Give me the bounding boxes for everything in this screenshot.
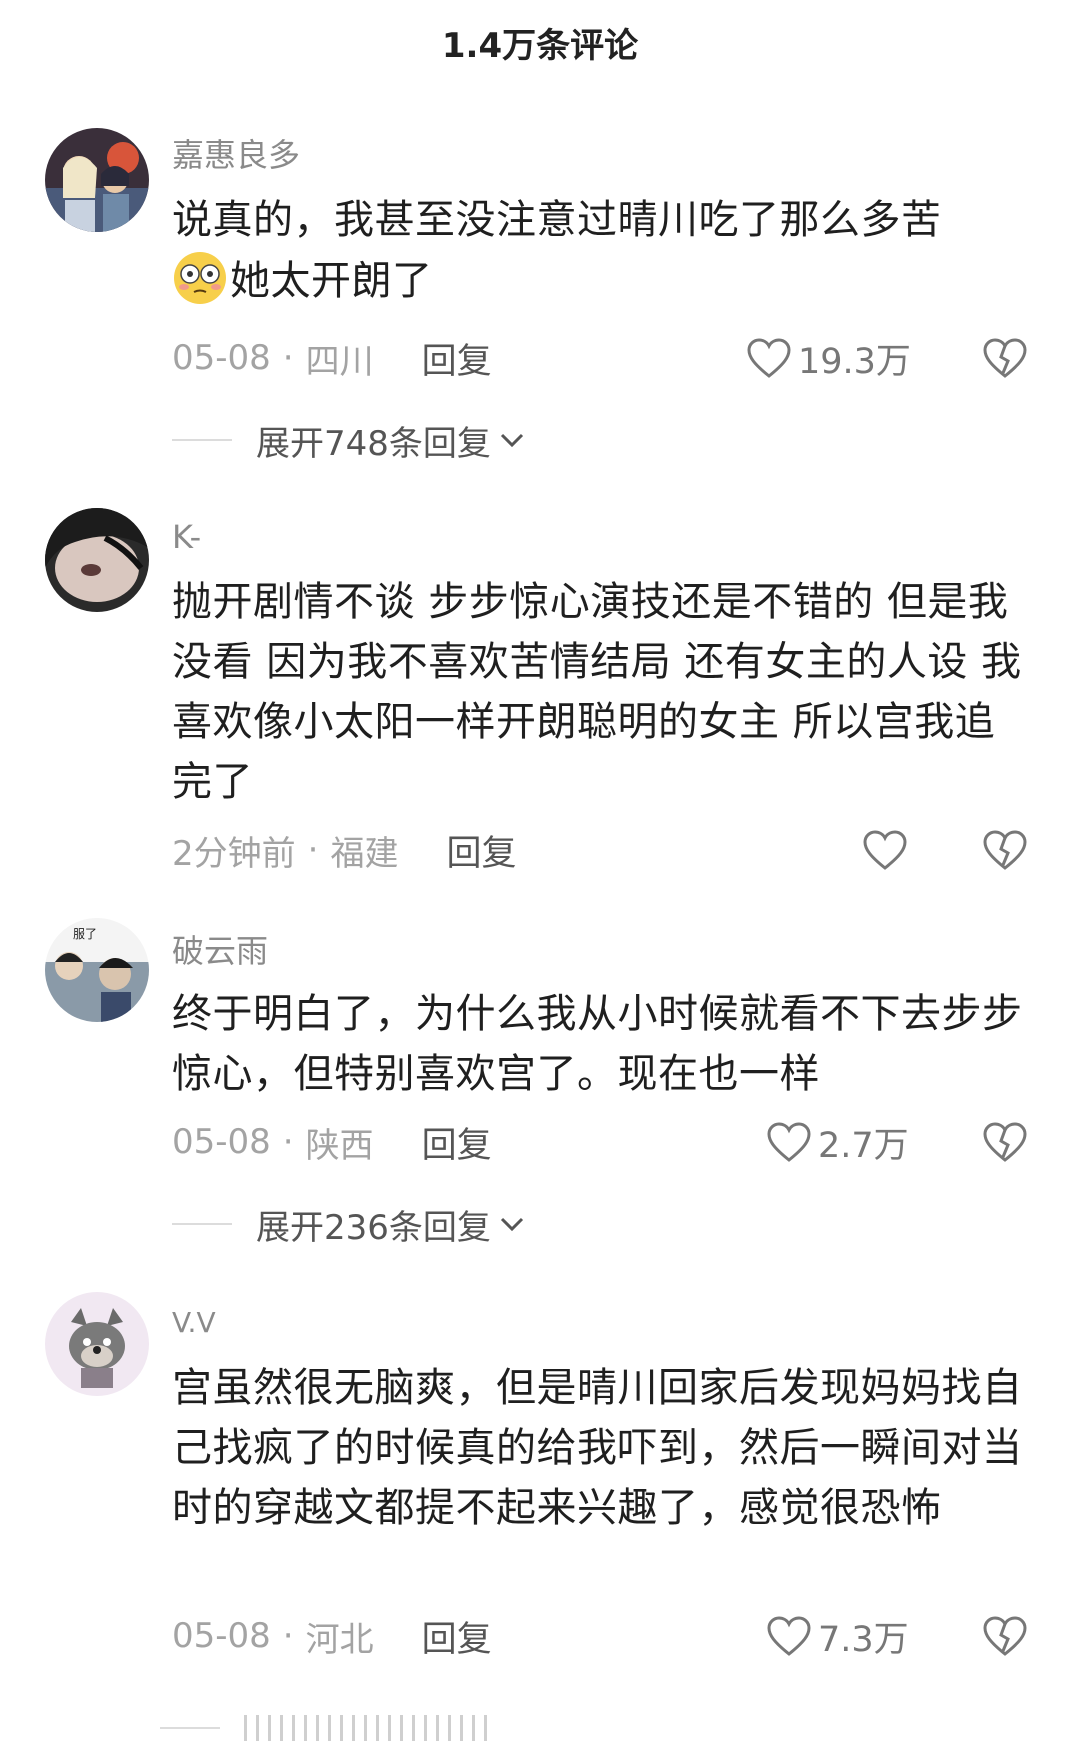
username[interactable]: 破云雨 — [172, 926, 268, 972]
divider-line — [160, 1727, 220, 1729]
dislike-button[interactable] — [982, 822, 1028, 878]
partial-expand-row — [160, 1712, 494, 1744]
meta-separator: · — [282, 1122, 294, 1162]
comment-date: 05-08 — [172, 338, 271, 378]
divider-line — [172, 1223, 232, 1225]
comment-location: 河北 — [305, 1619, 374, 1660]
expand-replies-label: 展开236条回复 — [256, 1207, 491, 1248]
grey-wolf-cartoon-avatar-icon — [45, 1292, 149, 1396]
heart-icon — [767, 1616, 811, 1656]
comment-location: 陕西 — [305, 1125, 374, 1166]
broken-heart-icon — [983, 338, 1027, 378]
comment-meta: 05-08 · 四川 回复 — [172, 330, 492, 386]
avatar[interactable] — [45, 128, 149, 232]
comment-meta: 05-08 · 河北 回复 — [172, 1608, 492, 1664]
dislike-button[interactable] — [982, 330, 1028, 386]
chevron-down-icon — [500, 433, 523, 448]
username[interactable]: V.V — [172, 1306, 216, 1339]
broken-heart-icon — [983, 1122, 1027, 1162]
expand-replies-label: 展开748条回复 — [256, 423, 491, 464]
photo-avatar-icon — [45, 508, 149, 612]
dislike-button[interactable] — [982, 1608, 1028, 1664]
dislike-button[interactable] — [982, 1114, 1028, 1170]
heart-icon — [747, 338, 791, 378]
heart-icon — [767, 1122, 811, 1162]
anime-characters-avatar-icon — [45, 128, 149, 232]
comment-date: 05-08 — [172, 1616, 271, 1656]
comment-date: 2分钟前 — [172, 833, 296, 874]
avatar[interactable] — [45, 1292, 149, 1396]
comment-meta: 05-08 · 陕西 回复 — [172, 1114, 492, 1170]
scroll-placeholder — [244, 1715, 494, 1741]
meme-avatar-icon: 服了 — [45, 918, 149, 1022]
expand-replies-button[interactable]: 展开748条回复 — [172, 412, 525, 468]
reply-button[interactable]: 回复 — [446, 825, 516, 876]
avatar[interactable] — [45, 508, 149, 612]
comment-text-line: 说真的，我甚至没注意过晴川吃了那么多苦 — [172, 197, 942, 243]
comments-header: 1.4万条评论 — [0, 0, 1080, 84]
avatar-caption: 服了 — [73, 927, 97, 941]
like-count: 2.7万 — [818, 1125, 909, 1166]
comment-date: 05-08 — [172, 1122, 271, 1162]
comment-text: 抛开剧情不谈 步步惊心演技还是不错的 但是我没看 因为我不喜欢苦情结局 还有女主… — [172, 579, 1022, 805]
like-count: 7.3万 — [818, 1619, 909, 1660]
broken-heart-icon — [983, 1616, 1027, 1656]
comment-location: 四川 — [305, 341, 374, 382]
meta-separator: · — [282, 1616, 294, 1656]
flushed-face-emoji-icon — [172, 250, 228, 306]
divider-line — [172, 439, 232, 441]
username[interactable]: K- — [172, 518, 201, 556]
comment-text: 宫虽然很无脑爽，但是晴川回家后发现妈妈找自己找疯了的时候真的给我吓到，然后一瞬间… — [172, 1365, 1023, 1531]
like-count: 19.3万 — [798, 341, 911, 382]
expand-replies-button[interactable]: 展开236条回复 — [172, 1196, 525, 1252]
meta-separator: · — [282, 338, 294, 378]
comment-text-line: 她太开朗了 — [230, 258, 433, 304]
like-button[interactable]: 7.3万 — [766, 1608, 909, 1664]
avatar[interactable]: 服了 — [45, 918, 149, 1022]
reply-button[interactable]: 回复 — [422, 1117, 492, 1168]
like-button[interactable]: 19.3万 — [746, 330, 911, 386]
chevron-down-icon — [500, 1217, 523, 1232]
heart-icon — [863, 830, 907, 870]
like-button[interactable] — [862, 822, 914, 878]
comments-count-title: 1.4万条评论 — [441, 25, 639, 66]
username[interactable]: 嘉惠良多 — [172, 130, 300, 176]
reply-button[interactable]: 回复 — [422, 1611, 492, 1662]
meta-separator: · — [307, 830, 319, 870]
comment-text: 说真的，我甚至没注意过晴川吃了那么多苦 她太开朗了 — [172, 190, 1032, 311]
broken-heart-icon — [983, 830, 1027, 870]
reply-button[interactable]: 回复 — [422, 333, 492, 384]
comment-meta: 2分钟前 · 福建 回复 — [172, 822, 516, 878]
like-button[interactable]: 2.7万 — [766, 1114, 909, 1170]
comment-text: 终于明白了，为什么我从小时候就看不下去步步惊心，但特别喜欢宫了。现在也一样 — [172, 991, 1023, 1097]
comment-location: 福建 — [330, 833, 399, 874]
